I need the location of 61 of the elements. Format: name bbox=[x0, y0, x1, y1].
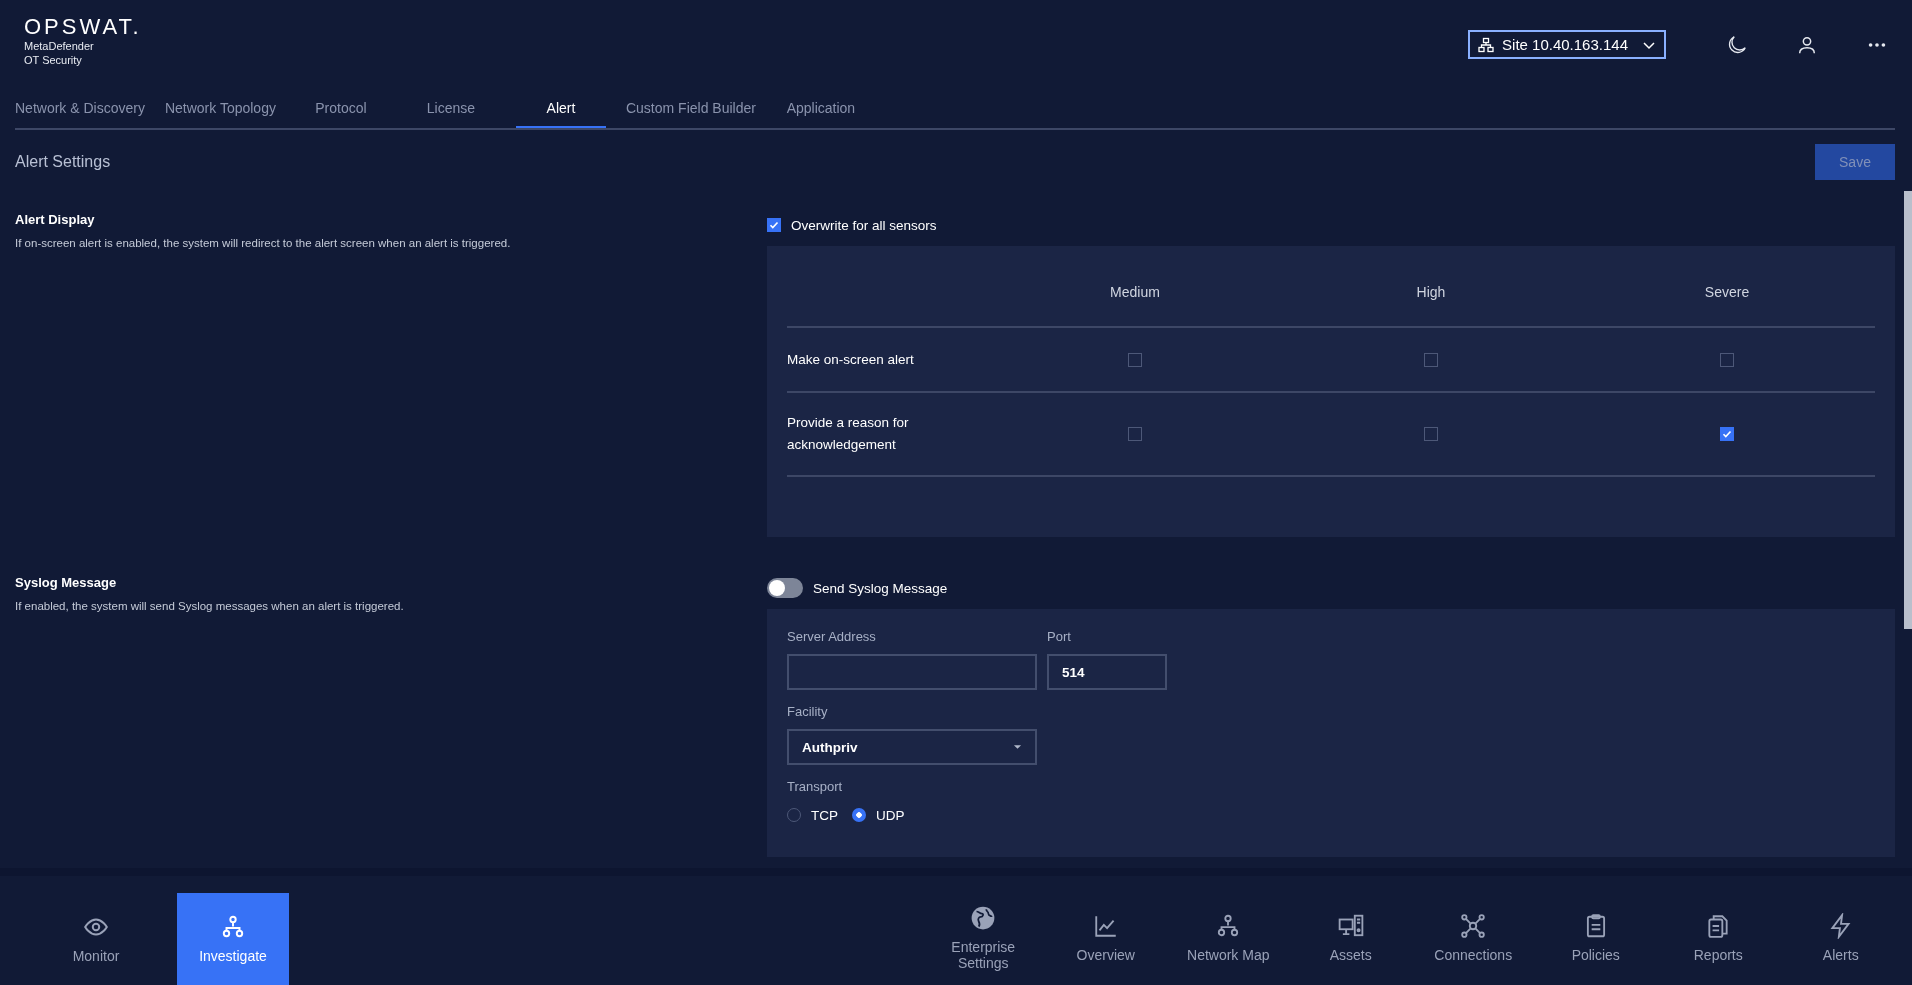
checkbox[interactable] bbox=[767, 218, 781, 232]
field-label: Port bbox=[1047, 629, 1072, 644]
scrollbar[interactable] bbox=[1904, 191, 1912, 629]
nav-item[interactable]: Reports bbox=[1657, 893, 1780, 985]
tab[interactable]: Protocol bbox=[285, 90, 396, 128]
nav-item[interactable]: Monitor bbox=[40, 893, 152, 985]
field-label: Server Address bbox=[787, 629, 877, 644]
computer-icon bbox=[1337, 912, 1364, 939]
server-address-field[interactable] bbox=[787, 654, 1037, 690]
column-header: Severe bbox=[1703, 284, 1751, 300]
moon-icon[interactable] bbox=[1726, 33, 1748, 56]
product-edition: OT Security bbox=[24, 53, 82, 67]
field-label: Facility bbox=[787, 704, 829, 719]
nav-item[interactable]: Connections bbox=[1412, 893, 1535, 985]
tab[interactable]: Application bbox=[765, 90, 876, 128]
site-selector[interactable]: Site 10.40.163.144 bbox=[1468, 30, 1666, 59]
checkmark-icon bbox=[768, 219, 780, 231]
network-icon bbox=[220, 914, 246, 940]
checkbox[interactable] bbox=[1424, 427, 1438, 441]
section-title: Alert Display bbox=[15, 212, 96, 227]
tab[interactable]: Alert bbox=[515, 90, 606, 128]
nav-item[interactable]: Enterprise Settings bbox=[922, 893, 1045, 985]
column-header: High bbox=[1415, 284, 1447, 300]
caret-icon bbox=[1013, 744, 1022, 750]
nav-item[interactable]: Alerts bbox=[1779, 893, 1902, 985]
toggle-switch[interactable] bbox=[767, 578, 803, 598]
checkbox[interactable] bbox=[1720, 352, 1734, 367]
radio-label: UDP bbox=[876, 807, 905, 823]
page-title: Alert Settings bbox=[15, 153, 111, 171]
nav-item[interactable]: Overview bbox=[1044, 893, 1167, 985]
tab[interactable]: License bbox=[395, 90, 506, 128]
section-description: If on-screen alert is enabled, the system will redirect to the alert screen when an alert is triggered. bbox=[15, 237, 512, 249]
logo: OPSWAT. bbox=[24, 15, 142, 39]
field-label: Transport bbox=[787, 779, 844, 794]
checkbox[interactable] bbox=[1720, 427, 1734, 441]
section-title: Syslog Message bbox=[15, 575, 118, 590]
checkbox-label: Overwrite for all sensors bbox=[791, 217, 937, 233]
tab[interactable]: Network Topology bbox=[154, 90, 286, 128]
nav-item[interactable]: Policies bbox=[1534, 893, 1657, 985]
globe-icon bbox=[970, 904, 997, 931]
port-field[interactable]: 514 bbox=[1047, 654, 1167, 690]
nav-item[interactable]: Network Map bbox=[1167, 893, 1290, 985]
tab[interactable]: Network & Discovery bbox=[15, 90, 155, 128]
toggle-label: Send Syslog Message bbox=[813, 580, 948, 596]
checkbox[interactable] bbox=[1128, 427, 1142, 441]
radio-button[interactable] bbox=[852, 808, 866, 822]
network-icon bbox=[1478, 36, 1495, 53]
nav-item[interactable]: Assets bbox=[1289, 893, 1412, 985]
tab[interactable]: Custom Field Builder bbox=[615, 90, 766, 128]
product-name: MetaDefender bbox=[24, 39, 94, 53]
hub-icon bbox=[1460, 912, 1487, 939]
row-label: Provide a reason for acknowledgement bbox=[787, 414, 910, 454]
checkmark-icon bbox=[1721, 428, 1733, 440]
row-label: Make on-screen alert bbox=[787, 350, 915, 369]
radio-label: TCP bbox=[811, 807, 838, 823]
checkbox[interactable] bbox=[1424, 352, 1438, 367]
section-description: If enabled, the system will send Syslog messages when an alert is triggered. bbox=[15, 600, 405, 612]
facility-dropdown[interactable]: Authpriv bbox=[787, 729, 1037, 765]
checkbox[interactable] bbox=[1128, 352, 1142, 367]
column-header: Medium bbox=[1109, 284, 1161, 300]
nav-item[interactable]: Investigate bbox=[177, 893, 289, 985]
